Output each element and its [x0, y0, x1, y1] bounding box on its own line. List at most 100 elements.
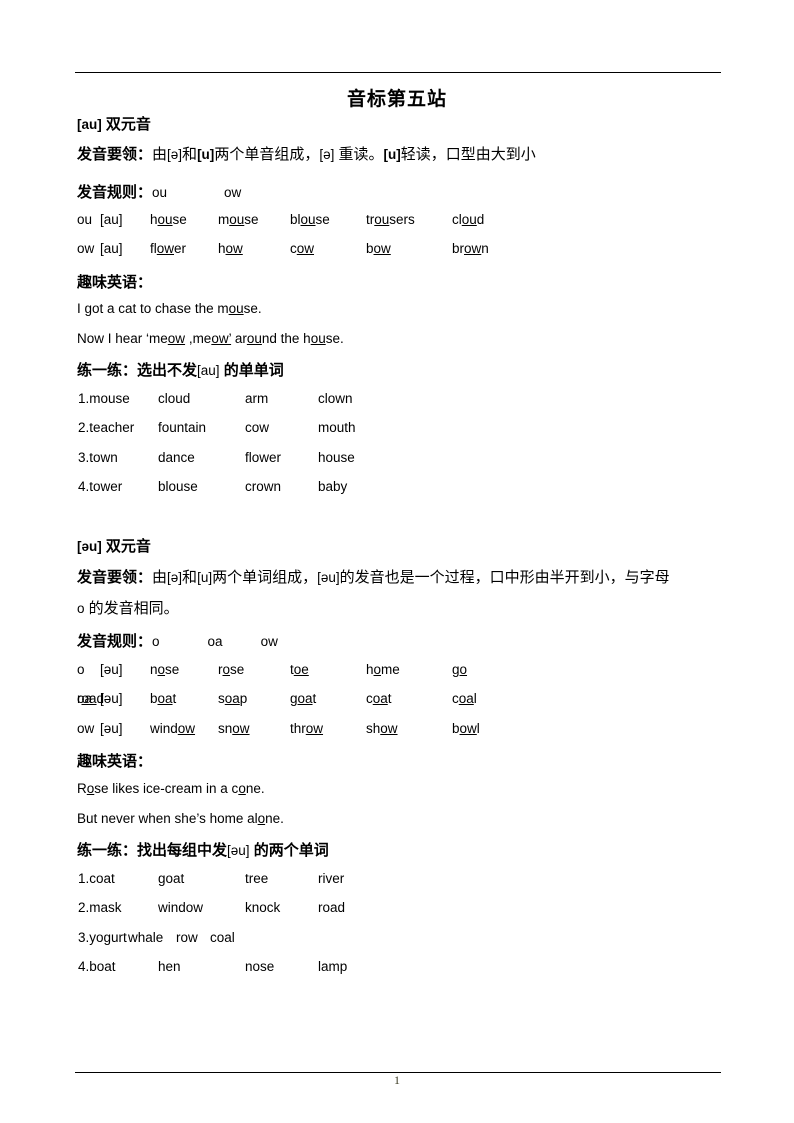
section2-practice-cell: knock: [245, 900, 281, 915]
section2-word-row-o: o [əu] nose rose toe home go: [77, 662, 723, 680]
section1-row0-word-4: cloud: [452, 212, 485, 227]
underlined-letters: ou: [229, 212, 245, 227]
underlined-letters: ou: [300, 212, 316, 227]
section1-row1-word-3: bow: [366, 241, 391, 256]
section2-key-ipa-1: [ə]: [167, 570, 183, 585]
section2-key-text-c: 两个单词组成，: [212, 569, 318, 586]
section2-practice-text-b: 的两个单词: [249, 842, 329, 859]
section1-heading-ipa: [au]: [77, 117, 102, 132]
section2-practice-cell: nose: [245, 959, 275, 974]
section2-practice-cell: 2.mask: [78, 900, 122, 915]
section2-rules-label: 发音规则：: [77, 633, 153, 650]
section2-practice-cell: hen: [158, 959, 181, 974]
section1-fun-label: 趣味英语：: [77, 274, 153, 291]
section1-practice-cell: fountain: [158, 420, 207, 435]
underlined-letters: ou: [461, 212, 477, 227]
section2-row0-word-1: rose: [218, 662, 245, 677]
section2-row0-ipa: [əu]: [100, 662, 123, 677]
section1-row1-word-1: how: [218, 241, 243, 256]
section1-practice-cell: crown: [245, 479, 282, 494]
section1-practice-cell: flower: [245, 450, 282, 465]
section1-key-ipa-2: [u]: [197, 147, 215, 162]
underlined-letters: ow: [177, 721, 196, 736]
underlined-letters: o: [373, 662, 382, 677]
section1-key-ipa-1: [ə]: [167, 147, 183, 162]
section1-heading: [au] 双元音: [77, 113, 151, 134]
section1-row0-spelling: ou: [77, 212, 93, 227]
section2-practice-label: 练一练：: [77, 842, 138, 859]
section1-practice-ipa: [au]: [197, 363, 220, 378]
underlined-letters: ou: [228, 301, 244, 316]
underlined-letters: ou: [157, 212, 173, 227]
section2-practice-cell: tree: [245, 871, 269, 886]
underlined-letters: oa: [157, 691, 173, 706]
section1-key-text-d: 重读。: [334, 146, 384, 163]
section1-row0-ipa: [au]: [100, 212, 123, 227]
section1-word-row-ou: ou [au] house mouse blouse trousers cloud: [77, 212, 723, 230]
section2-practice-cell: 4.boat: [78, 959, 116, 974]
section1-practice-cell: blouse: [158, 479, 198, 494]
section1-heading-text: 双元音: [105, 116, 151, 133]
section2-key-text-a: 由: [152, 569, 168, 586]
section2-rule-item-1: oa: [207, 634, 223, 649]
document-page: 音标第五站 [au] 双元音 发音要领：由[ə]和[u]两个单音组成，[ə] 重…: [0, 0, 794, 1123]
section1-practice-cell: 4.tower: [78, 479, 123, 494]
section2-practice-cell: coal: [210, 930, 235, 945]
page-title: 音标第五站: [346, 89, 447, 110]
section1-practice-label: 练一练：: [77, 362, 138, 379]
section2-row2-word-0: window: [150, 721, 196, 736]
underlined-letters: ow: [464, 241, 482, 256]
underlined-letters: oa: [297, 691, 313, 706]
section1-row0-word-1: mouse: [218, 212, 259, 227]
section1-word-row-ow: ow [au] flower how cow bow brown: [77, 241, 723, 259]
section2-practice-cell: whale: [128, 930, 164, 945]
underlined-letters: oa: [458, 691, 474, 706]
section2-row1-word-3: coat: [366, 691, 392, 706]
underlined-letters: o: [157, 662, 166, 677]
section1-rules: 发音规则：ou ow: [77, 181, 241, 202]
section1-row0-word-2: blouse: [290, 212, 330, 227]
section2-fun-label: 趣味英语：: [77, 753, 153, 770]
section1-key-ipa-4: [u]: [383, 147, 401, 162]
section1-practice-cell: arm: [245, 391, 269, 406]
section1-practice-cell: house: [318, 450, 355, 465]
section2-rules: 发音规则：o oa ow: [77, 630, 278, 651]
section1-practice-cell: dance: [158, 450, 195, 465]
section2-key-line2-text: 的发音相同。: [84, 600, 179, 617]
section2-word-row-oa: oa [əu] boat soap goat coat coal road: [77, 691, 723, 709]
section2-key-line2-letter: o: [77, 601, 85, 616]
section2-word-row-ow: ow [əu] window snow throw show bowl: [77, 721, 723, 739]
section2-key-text-d: 的发音也是一个过程，口中形由半开到小，与字母: [339, 569, 670, 586]
section2-row0-spelling: o: [77, 662, 85, 677]
section2-key-ipa-2: [u]: [197, 570, 213, 585]
section2-row2-word-2: throw: [290, 721, 324, 736]
section2-row2-word-1: snow: [218, 721, 250, 736]
section1-key-label: 发音要领：: [77, 146, 153, 163]
section1-rules-label: 发音规则：: [77, 184, 153, 201]
underlined-letters: oa: [372, 691, 388, 706]
section2-row1-word-1: soap: [218, 691, 248, 706]
section2-key-label: 发音要领：: [77, 569, 153, 586]
section1-fun-line-2: Now I hear ‘meow ,meow’ around the house…: [77, 331, 344, 346]
section2-row0-word-2: toe: [290, 662, 309, 677]
section1-practice-cell: cow: [245, 420, 270, 435]
underlined-letters: ou: [374, 212, 390, 227]
section1-key-text-e: 轻读，口型由大到小: [400, 146, 536, 163]
section1-key-ipa-3: [ə]: [319, 147, 335, 162]
underlined-letters: ow: [167, 331, 186, 346]
section2-key-text-b: 和: [182, 569, 198, 586]
section2-practice-cell: goat: [158, 871, 185, 886]
section1-practice-prompt: 练一练：选出不发[au] 的单单词: [77, 359, 284, 380]
underlined-letters: ou: [246, 331, 262, 346]
section2-row1-word-2: goat: [290, 691, 317, 706]
underlined-letters: o: [238, 781, 246, 796]
underlined-letters: ou: [310, 331, 326, 346]
underlined-letters: ow: [232, 721, 250, 736]
underlined-letters: ow’: [211, 331, 232, 346]
section1-practice-cell: 1.mouse: [78, 391, 130, 406]
section2-practice-cell: 1.coat: [78, 871, 115, 886]
section2-fun-line-2: But never when she’s home alone.: [77, 811, 284, 826]
section1-row0-word-3: trousers: [366, 212, 415, 227]
underlined-letters: o: [257, 811, 266, 826]
section1-practice-cell: clown: [318, 391, 353, 406]
